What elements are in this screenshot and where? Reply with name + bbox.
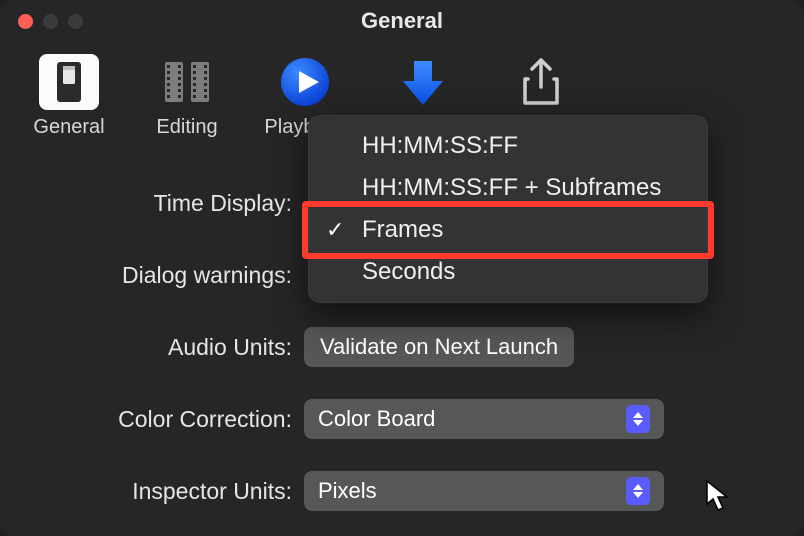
inspector-units-label: Inspector Units:	[0, 478, 304, 505]
updown-stepper-icon	[626, 477, 650, 505]
play-circle-icon	[279, 56, 331, 108]
row-audio-units: Audio Units: Validate on Next Launch	[0, 325, 778, 369]
tab-destinations[interactable]	[482, 48, 600, 116]
validate-audio-units-label: Validate on Next Launch	[320, 334, 558, 360]
dropdown-item-frames[interactable]: ✓ Frames	[308, 209, 708, 251]
dropdown-item-label: Seconds	[362, 258, 455, 286]
download-arrow-icon	[399, 57, 447, 107]
color-correction-select[interactable]: Color Board	[304, 399, 664, 439]
inspector-units-value: Pixels	[318, 478, 377, 504]
tab-editing-label: Editing	[156, 116, 217, 139]
tab-general-label: General	[33, 116, 104, 139]
dropdown-item-label: HH:MM:SS:FF + Subframes	[362, 174, 661, 202]
filmstrip-icon	[157, 58, 217, 106]
dropdown-item-label: HH:MM:SS:FF	[362, 132, 518, 160]
color-correction-label: Color Correction:	[0, 406, 304, 433]
mouse-cursor-icon	[706, 480, 732, 512]
share-icon	[519, 57, 563, 107]
row-inspector-units: Inspector Units: Pixels	[0, 469, 778, 513]
time-display-label: Time Display:	[0, 190, 304, 217]
dialog-warnings-label: Dialog warnings:	[0, 262, 304, 289]
validate-audio-units-button[interactable]: Validate on Next Launch	[304, 327, 574, 367]
dropdown-item-hhmmssff-subframes[interactable]: HH:MM:SS:FF + Subframes	[308, 167, 708, 209]
checkmark-icon: ✓	[326, 217, 344, 243]
inspector-units-select[interactable]: Pixels	[304, 471, 664, 511]
window-controls	[0, 14, 83, 29]
switch-icon	[53, 60, 85, 104]
preferences-window: General General	[0, 0, 804, 536]
dropdown-item-label: Frames	[362, 216, 443, 244]
close-window-button[interactable]	[18, 14, 33, 29]
tab-import[interactable]	[364, 48, 482, 116]
dropdown-item-seconds[interactable]: Seconds	[308, 251, 708, 293]
time-display-dropdown: HH:MM:SS:FF HH:MM:SS:FF + Subframes ✓ Fr…	[308, 115, 708, 303]
dropdown-item-hhmmssff[interactable]: HH:MM:SS:FF	[308, 125, 708, 167]
tab-general[interactable]: General	[10, 48, 128, 139]
updown-stepper-icon	[626, 405, 650, 433]
window-title: General	[0, 8, 804, 34]
audio-units-label: Audio Units:	[0, 334, 304, 361]
color-correction-value: Color Board	[318, 406, 435, 432]
zoom-window-button[interactable]	[68, 14, 83, 29]
minimize-window-button[interactable]	[43, 14, 58, 29]
tab-editing[interactable]: Editing	[128, 48, 246, 139]
titlebar: General	[0, 0, 804, 42]
row-color-correction: Color Correction: Color Board	[0, 397, 778, 441]
